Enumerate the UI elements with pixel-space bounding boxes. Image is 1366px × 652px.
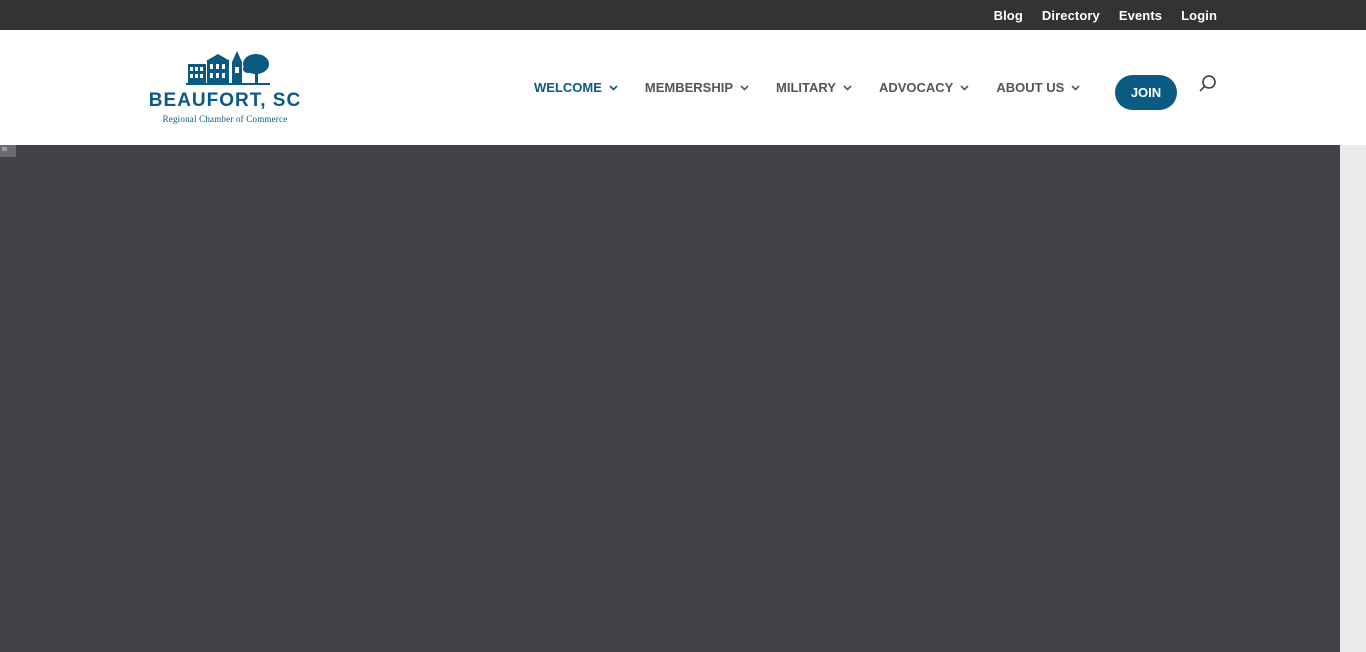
chevron-down-icon <box>609 84 618 91</box>
nav-item-label: MEMBERSHIP <box>644 80 734 95</box>
top-links: Blog Directory Events Login <box>994 0 1217 30</box>
top-link-directory[interactable]: Directory <box>1042 8 1100 23</box>
nav-item-military[interactable]: MILITARY <box>776 80 852 95</box>
logo-subtitle: Regional Chamber of Commerce <box>162 114 288 124</box>
chevron-down-icon <box>843 84 852 91</box>
main-nav: WELCOME MEMBERSHIP MILITARY ADVOCACY ABO… <box>534 30 1107 145</box>
logo-title: BEAUFORT, SC <box>148 90 302 111</box>
nav-item-label: ADVOCACY <box>878 80 954 95</box>
site-header: BEAUFORT, SC Regional Chamber of Commerc… <box>0 30 1366 145</box>
nav-item-label: MILITARY <box>776 80 836 95</box>
chevron-down-icon <box>1071 84 1080 91</box>
nav-item-label: WELCOME <box>534 80 602 95</box>
chevron-down-icon <box>960 84 969 91</box>
nav-item-about-us[interactable]: ABOUT US <box>996 80 1080 95</box>
nav-item-welcome[interactable]: WELCOME <box>534 80 618 95</box>
chevron-down-icon <box>740 84 749 91</box>
page-scrollbar[interactable] <box>1340 145 1366 652</box>
top-link-login[interactable]: Login <box>1181 8 1217 23</box>
nav-item-advocacy[interactable]: ADVOCACY <box>879 80 969 95</box>
search-icon[interactable] <box>1198 74 1218 94</box>
top-link-events[interactable]: Events <box>1119 8 1162 23</box>
nav-item-membership[interactable]: MEMBERSHIP <box>645 80 749 95</box>
nav-item-label: ABOUT US <box>996 80 1065 95</box>
top-link-blog[interactable]: Blog <box>994 8 1023 23</box>
logo[interactable]: BEAUFORT, SC Regional Chamber of Commerc… <box>140 50 312 128</box>
hero-section <box>0 145 1340 652</box>
town-skyline-logo-icon <box>186 51 270 85</box>
top-bar: Blog Directory Events Login <box>0 0 1366 30</box>
broken-image-icon <box>0 145 16 157</box>
join-button[interactable]: JOIN <box>1115 75 1177 110</box>
